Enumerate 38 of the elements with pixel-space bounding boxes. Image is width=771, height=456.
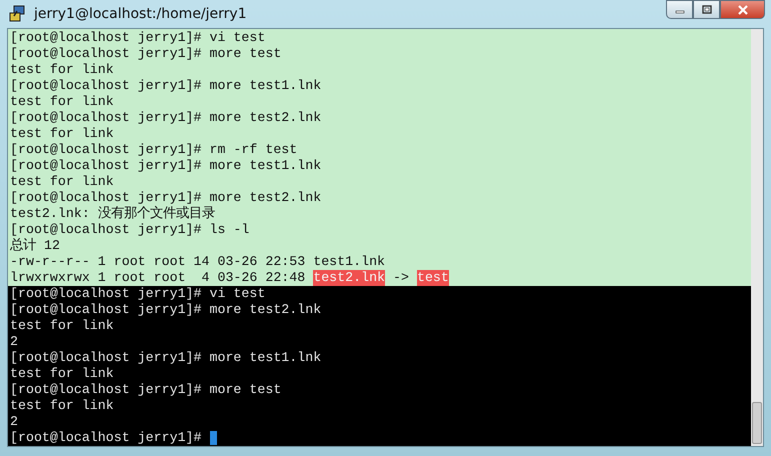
terminal-line: test for link: [10, 318, 114, 334]
terminal-line: [root@localhost jerry1]# more test1.lnk: [10, 350, 322, 366]
terminal-line: test for link: [10, 94, 114, 110]
terminal-line: [root@localhost jerry1]# more test: [10, 382, 282, 398]
highlighted-filename: test: [416, 270, 449, 286]
terminal-line: [root@localhost jerry1]# more test2.lnk: [10, 110, 322, 126]
maximize-icon: [700, 4, 712, 14]
close-button[interactable]: [720, 0, 765, 19]
terminal-line: test for link: [10, 126, 114, 142]
close-icon: [736, 4, 748, 14]
minimize-button[interactable]: [666, 0, 693, 19]
terminal-line: [root@localhost jerry1]# rm -rf test: [10, 142, 298, 158]
terminal-line: test2.lnk: 没有那个文件或目录: [10, 206, 215, 222]
computer-icon: [8, 5, 26, 23]
terminal-line: test for link: [10, 366, 114, 382]
terminal-line: [root@localhost jerry1]# ls -l: [10, 222, 250, 238]
terminal-line: 2: [10, 334, 18, 350]
terminal-line: 2: [10, 414, 18, 430]
terminal-text: ->: [392, 270, 410, 286]
terminal-line: [root@localhost jerry1]# more test: [10, 46, 282, 62]
scrollbar-thumb[interactable]: [752, 402, 762, 444]
terminal-line: [root@localhost jerry1]# more test1.lnk: [10, 78, 322, 94]
terminal-line: [root@localhost jerry1]# vi test: [10, 286, 266, 302]
scrollbar[interactable]: [751, 29, 763, 446]
window-title: jerry1@localhost:/home/jerry1: [34, 6, 248, 22]
terminal-line: 总计 12: [10, 238, 60, 254]
terminal-line: [root@localhost jerry1]# more test1.lnk: [10, 158, 322, 174]
terminal-line: test for link: [10, 62, 114, 78]
terminal-line: -rw-r--r-- 1 root root 14 03-26 22:53 test1.lnk: [10, 254, 386, 270]
terminal-text: lrwxrwxrwx 1 root root 4 03-26 22:48: [10, 270, 306, 286]
terminal-line: test for link: [10, 398, 114, 414]
terminal-line: [root@localhost jerry1]#: [10, 430, 203, 446]
terminal-line: [root@localhost jerry1]# more test2.lnk: [10, 302, 322, 318]
maximize-button[interactable]: [693, 0, 720, 19]
highlighted-filename: test2.lnk: [313, 270, 386, 286]
terminal-line: test for link: [10, 174, 114, 190]
terminal-line: [root@localhost jerry1]# vi test: [10, 30, 266, 46]
terminal-line: [root@localhost jerry1]# more test2.lnk: [10, 190, 322, 206]
